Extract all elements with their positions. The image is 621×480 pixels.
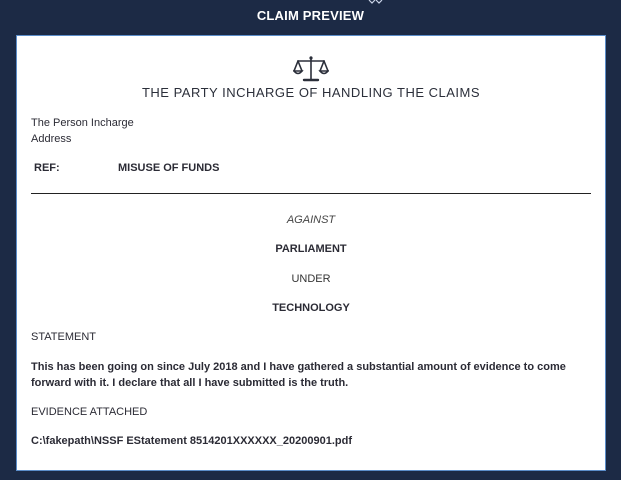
ref-label: REF:	[34, 162, 60, 174]
claim-document: THE PARTY INCHARGE OF HANDLING THE CLAIM…	[16, 35, 606, 471]
under-label: UNDER	[291, 273, 331, 285]
document-title: THE PARTY INCHARGE OF HANDLING THE CLAIM…	[141, 85, 481, 100]
modal-title: CLAIM PREVIEW	[256, 8, 365, 23]
divider	[31, 193, 591, 194]
recipient-name: The Person Incharge	[31, 117, 134, 129]
chevron-icon	[368, 0, 383, 4]
evidence-label: EVIDENCE ATTACHED	[31, 406, 148, 418]
under-value: TECHNOLOGY	[272, 302, 350, 314]
ref-value: MISUSE OF FUNDS	[118, 162, 220, 174]
against-label: AGAINST	[286, 214, 336, 226]
statement-text: This has been going on since July 2018 a…	[31, 361, 566, 389]
scale-of-justice-icon	[293, 56, 329, 82]
against-value: PARLIAMENT	[275, 243, 347, 255]
evidence-file-path: C:\fakepath\NSSF EStatement 8514201XXXXX…	[31, 435, 352, 447]
statement-label: STATEMENT	[31, 331, 96, 343]
recipient-address: Address	[31, 133, 72, 145]
